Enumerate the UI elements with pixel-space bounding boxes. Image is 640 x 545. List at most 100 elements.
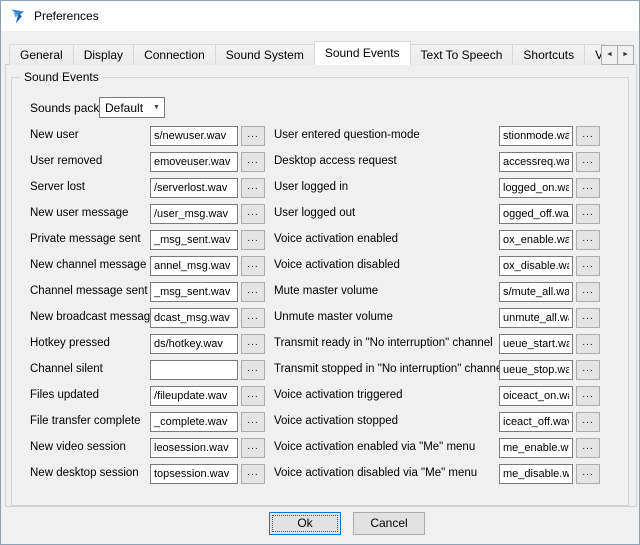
browse-button[interactable]: ... bbox=[576, 126, 600, 146]
browse-button[interactable]: ... bbox=[576, 438, 600, 458]
sound-file-input[interactable] bbox=[150, 204, 238, 224]
sound-file-input[interactable] bbox=[499, 126, 573, 146]
sound-file-input[interactable] bbox=[150, 308, 238, 328]
browse-button[interactable]: ... bbox=[241, 282, 265, 302]
sound-event-row: Desktop access request... bbox=[274, 152, 612, 172]
chevron-down-icon: ▼ bbox=[149, 104, 164, 111]
browse-button[interactable]: ... bbox=[576, 230, 600, 250]
sound-event-label: Voice activation enabled bbox=[274, 233, 398, 245]
sound-event-label: New desktop session bbox=[30, 467, 139, 479]
sound-file-input[interactable] bbox=[150, 126, 238, 146]
sounds-pack-label: Sounds pack bbox=[30, 101, 99, 115]
browse-button[interactable]: ... bbox=[241, 204, 265, 224]
sound-event-label: Transmit ready in "No interruption" chan… bbox=[274, 337, 493, 349]
sound-file-input[interactable] bbox=[150, 386, 238, 406]
sound-event-label: Mute master volume bbox=[274, 285, 378, 297]
browse-button[interactable]: ... bbox=[241, 464, 265, 484]
sound-event-row: New broadcast message... bbox=[30, 308, 270, 328]
tab-shortcuts[interactable]: Shortcuts bbox=[512, 44, 585, 65]
sound-event-label: New video session bbox=[30, 441, 126, 453]
sound-file-input[interactable] bbox=[150, 334, 238, 354]
tab-sound-events[interactable]: Sound Events bbox=[314, 41, 411, 65]
sound-file-input[interactable] bbox=[150, 230, 238, 250]
title-bar: Preferences bbox=[1, 1, 639, 31]
tab-text-to-speech[interactable]: Text To Speech bbox=[410, 44, 514, 65]
browse-button[interactable]: ... bbox=[576, 334, 600, 354]
browse-button[interactable]: ... bbox=[241, 256, 265, 276]
browse-button[interactable]: ... bbox=[241, 230, 265, 250]
sound-event-row: Private message sent... bbox=[30, 230, 270, 250]
sound-event-label: Server lost bbox=[30, 181, 85, 193]
browse-button[interactable]: ... bbox=[576, 386, 600, 406]
sound-file-input[interactable] bbox=[499, 360, 573, 380]
sound-file-input[interactable] bbox=[150, 152, 238, 172]
browse-button[interactable]: ... bbox=[241, 386, 265, 406]
sound-event-row: Channel silent... bbox=[30, 360, 270, 380]
sound-file-input[interactable] bbox=[150, 178, 238, 198]
sound-file-input[interactable] bbox=[150, 360, 238, 380]
browse-button[interactable]: ... bbox=[576, 152, 600, 172]
browse-button[interactable]: ... bbox=[241, 360, 265, 380]
sound-file-input[interactable] bbox=[499, 438, 573, 458]
sound-events-column-left: New user...User removed...Server lost...… bbox=[30, 126, 270, 490]
sound-file-input[interactable] bbox=[499, 152, 573, 172]
browse-button[interactable]: ... bbox=[241, 152, 265, 172]
browse-button[interactable]: ... bbox=[576, 308, 600, 328]
sound-file-input[interactable] bbox=[150, 412, 238, 432]
sound-event-row: Channel message sent... bbox=[30, 282, 270, 302]
tab-display[interactable]: Display bbox=[73, 44, 134, 65]
sound-event-row: New channel message... bbox=[30, 256, 270, 276]
sound-file-input[interactable] bbox=[499, 230, 573, 250]
sound-event-label: New broadcast message bbox=[30, 311, 157, 323]
cancel-button[interactable]: Cancel bbox=[353, 512, 425, 535]
sounds-pack-select[interactable]: Default ▼ bbox=[99, 97, 165, 118]
sound-event-label: User removed bbox=[30, 155, 102, 167]
preferences-dialog: { "window": { "title": "Preferences" }, … bbox=[0, 0, 640, 545]
sound-file-input[interactable] bbox=[499, 256, 573, 276]
sound-file-input[interactable] bbox=[499, 204, 573, 224]
sound-event-label: User logged out bbox=[274, 207, 355, 219]
sound-file-input[interactable] bbox=[150, 464, 238, 484]
sound-event-row: Transmit ready in "No interruption" chan… bbox=[274, 334, 612, 354]
tab-connection[interactable]: Connection bbox=[133, 44, 216, 65]
tab-scroll-left-icon[interactable]: ◄ bbox=[601, 45, 618, 65]
sound-file-input[interactable] bbox=[150, 256, 238, 276]
sound-events-column-right: User entered question-mode...Desktop acc… bbox=[274, 126, 612, 490]
sound-event-label: Voice activation stopped bbox=[274, 415, 398, 427]
sound-file-input[interactable] bbox=[499, 178, 573, 198]
browse-button[interactable]: ... bbox=[576, 412, 600, 432]
sound-file-input[interactable] bbox=[150, 438, 238, 458]
browse-button[interactable]: ... bbox=[241, 412, 265, 432]
sound-event-row: New video session... bbox=[30, 438, 270, 458]
sound-events-groupbox: Sound Events Sounds pack Default ▼ New u… bbox=[11, 77, 629, 506]
browse-button[interactable]: ... bbox=[241, 438, 265, 458]
browse-button[interactable]: ... bbox=[576, 204, 600, 224]
sound-event-row: Unmute master volume... bbox=[274, 308, 612, 328]
browse-button[interactable]: ... bbox=[576, 178, 600, 198]
browse-button[interactable]: ... bbox=[576, 256, 600, 276]
browse-button[interactable]: ... bbox=[241, 308, 265, 328]
sound-file-input[interactable] bbox=[499, 464, 573, 484]
browse-button[interactable]: ... bbox=[241, 334, 265, 354]
sound-event-row: New desktop session... bbox=[30, 464, 270, 484]
browse-button[interactable]: ... bbox=[241, 126, 265, 146]
browse-button[interactable]: ... bbox=[241, 178, 265, 198]
sound-file-input[interactable] bbox=[499, 308, 573, 328]
sound-file-input[interactable] bbox=[499, 386, 573, 406]
browse-button[interactable]: ... bbox=[576, 464, 600, 484]
sound-file-input[interactable] bbox=[499, 282, 573, 302]
sound-event-row: User removed... bbox=[30, 152, 270, 172]
tab-sound-system[interactable]: Sound System bbox=[215, 44, 315, 65]
tab-scroll-right-icon[interactable]: ► bbox=[617, 45, 634, 65]
sound-event-label: New user message bbox=[30, 207, 128, 219]
sound-event-row: Files updated... bbox=[30, 386, 270, 406]
browse-button[interactable]: ... bbox=[576, 360, 600, 380]
sound-file-input[interactable] bbox=[499, 334, 573, 354]
ok-button[interactable]: Ok bbox=[269, 512, 341, 535]
browse-button[interactable]: ... bbox=[576, 282, 600, 302]
sound-file-input[interactable] bbox=[499, 412, 573, 432]
tab-general[interactable]: General bbox=[9, 44, 74, 65]
sound-event-label: User entered question-mode bbox=[274, 129, 420, 141]
sound-file-input[interactable] bbox=[150, 282, 238, 302]
groupbox-title: Sound Events bbox=[20, 70, 103, 84]
